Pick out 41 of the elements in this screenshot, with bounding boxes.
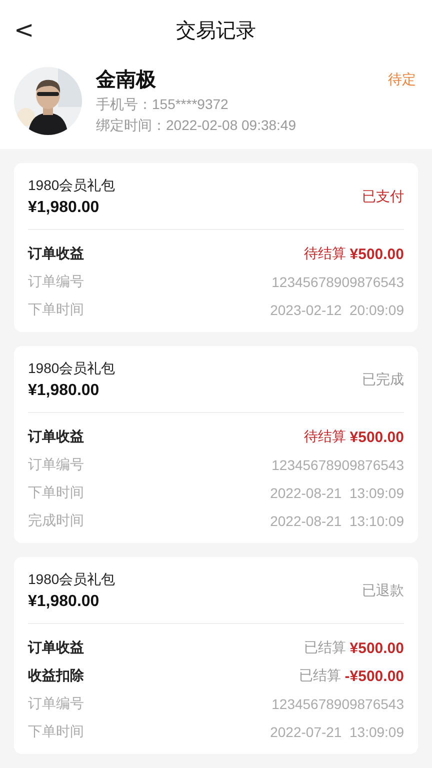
- order-status: 已退款: [362, 582, 404, 600]
- order-price: ¥1,980.00: [28, 382, 100, 400]
- amount: ¥500.00: [350, 246, 404, 262]
- product-name: 1980会员礼包: [28, 177, 116, 195]
- back-button[interactable]: <: [8, 16, 40, 44]
- row-label: 订单编号: [28, 273, 84, 291]
- row-label: 订单编号: [28, 456, 84, 474]
- row-label: 完成时间: [28, 512, 84, 530]
- order-status: 已支付: [362, 188, 404, 206]
- row-label: 订单收益: [28, 245, 84, 263]
- row-label: 下单时间: [28, 484, 84, 502]
- row-value: 2022-07-21 13:09:09: [270, 724, 404, 740]
- row-label: 订单收益: [28, 639, 84, 657]
- settlement-status: 已结算: [304, 639, 346, 657]
- amount: -¥500.00: [344, 668, 404, 684]
- settlement-status: 已结算: [298, 667, 341, 685]
- row-value: 12345678909876543: [272, 274, 404, 290]
- user-name: 金南极: [96, 68, 156, 93]
- order-price: ¥1,980.00: [28, 593, 100, 611]
- settlement-status: 待结算: [304, 428, 346, 446]
- page-title: 交易记录: [176, 18, 256, 44]
- bind-time: 绑定时间：2022-02-08 09:38:49: [96, 117, 297, 135]
- row-label: 下单时间: [28, 301, 84, 319]
- row-value: 2022-08-21 13:10:09: [270, 513, 404, 529]
- row-value: 2022-08-21 13:09:09: [270, 485, 404, 501]
- row-label: 收益扣除: [28, 667, 84, 685]
- order-status: 已完成: [362, 371, 404, 389]
- row-label: 下单时间: [28, 723, 84, 741]
- amount: ¥500.00: [350, 640, 404, 656]
- amount: ¥500.00: [350, 428, 404, 446]
- product-name: 1980会员礼包: [28, 571, 116, 589]
- row-value: 12345678909876543: [272, 457, 404, 473]
- settlement-status: 待结算: [304, 245, 346, 263]
- order-price: ¥1,980.00: [28, 199, 100, 217]
- row-value: 2023-02-12 20:09:09: [270, 302, 404, 318]
- row-label: 订单编号: [28, 695, 84, 713]
- row-value: 12345678909876543: [272, 696, 404, 712]
- product-name: 1980会员礼包: [28, 360, 116, 378]
- phone-number: 手机号：155****9372: [96, 96, 230, 114]
- user-status: 待定: [388, 70, 416, 88]
- row-label: 订单收益: [28, 428, 84, 446]
